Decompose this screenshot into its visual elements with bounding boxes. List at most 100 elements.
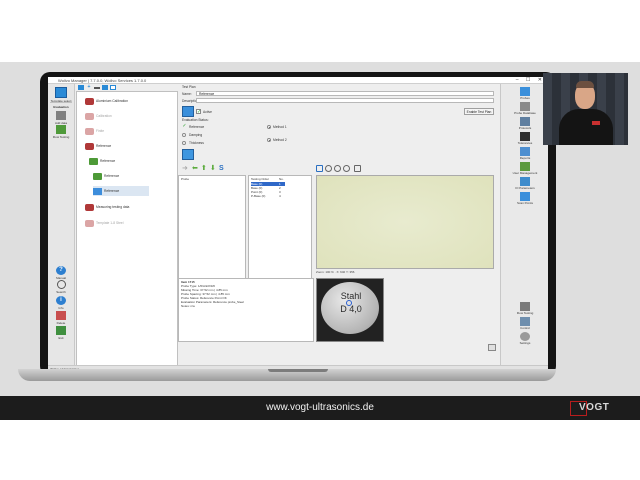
- testing-order-pane: Testing Order No. Base (0) 1 Base (0) 2 …: [248, 175, 312, 279]
- website-url[interactable]: www.vogt-ultrasonics.de: [0, 402, 640, 413]
- settings-button[interactable]: Settings: [503, 332, 547, 346]
- control-button[interactable]: Control: [503, 317, 547, 331]
- window-title: Wollvo Manager | 7.7.0.0, Wollvo Service…: [58, 78, 147, 83]
- presenter-hair: [576, 81, 594, 88]
- delete-button[interactable]: Delete: [49, 311, 73, 325]
- puzzle-icon: [89, 157, 98, 165]
- tree-item[interactable]: Template 1-8 Steel: [85, 218, 124, 228]
- arrow-up-icon[interactable]: ⬆: [201, 165, 207, 172]
- zoom-reset-icon[interactable]: [343, 165, 350, 172]
- probe-icon: [85, 203, 94, 211]
- evaluation-section: Evaluation: [53, 105, 69, 109]
- scan-icon: [520, 192, 530, 201]
- name-label: Name:: [182, 92, 192, 96]
- add-icon[interactable]: +: [86, 85, 92, 90]
- crop-icon[interactable]: [354, 165, 361, 172]
- sample-photo: Stahl D 4,0: [316, 278, 384, 342]
- flow-icon: [520, 302, 530, 311]
- tolerances-button[interactable]: Tolerances: [503, 132, 547, 146]
- divider: [50, 102, 72, 103]
- sort-icon[interactable]: S: [219, 165, 224, 172]
- tree-item[interactable]: Measuring testing data: [85, 202, 129, 212]
- database-button[interactable]: Probe Database: [503, 102, 547, 116]
- users-button[interactable]: User Management: [503, 162, 547, 176]
- tree-item[interactable]: Reference: [85, 141, 111, 151]
- enable-test-plan-button[interactable]: Enable Test Plan: [464, 108, 494, 115]
- zoom-out-icon[interactable]: [334, 165, 341, 172]
- exit-icon: [56, 326, 66, 335]
- info-button[interactable]: i Info: [49, 296, 73, 310]
- remove-icon[interactable]: [94, 87, 100, 89]
- template-select-button[interactable]: Template select: [49, 87, 73, 103]
- probe-icon: [85, 97, 94, 105]
- reference-icon: [182, 106, 194, 117]
- probe-icon: [85, 127, 94, 135]
- arrow-right-icon[interactable]: ➜: [182, 165, 188, 172]
- search-icon: [56, 280, 66, 289]
- description-field[interactable]: [196, 98, 494, 103]
- fit-icon[interactable]: [316, 165, 323, 172]
- list-item[interactable]: P-Base (0) 4: [251, 194, 285, 198]
- flow-testing-button[interactable]: Flow Testing: [49, 125, 73, 139]
- webcam-overlay: [543, 73, 628, 145]
- flow-testing-right-button[interactable]: Flow Testing: [503, 302, 547, 316]
- info-line: Notes: n/a: [181, 304, 195, 308]
- option-label: Thickness: [189, 141, 204, 145]
- search-button[interactable]: Search: [49, 280, 73, 294]
- new-icon[interactable]: [78, 85, 84, 90]
- users-icon: [520, 162, 530, 171]
- arrow-down-icon[interactable]: ⬇: [210, 165, 216, 172]
- method-radio[interactable]: [267, 138, 271, 142]
- method-radio[interactable]: [267, 125, 271, 129]
- name-field[interactable]: Reference: [196, 91, 494, 96]
- database-icon: [520, 102, 530, 111]
- exit-button[interactable]: Exit: [49, 326, 73, 340]
- test-plan-tree: Aluminium Calibration Calibration Finite…: [76, 91, 178, 371]
- add-data-icon: [56, 111, 66, 120]
- application-window: Wollvo Manager | 7.7.0.0, Wollvo Service…: [48, 77, 548, 371]
- right-toolbar: Probes Probe Database Protocols Toleranc…: [500, 84, 548, 371]
- image-viewer[interactable]: [316, 175, 494, 269]
- evaluation-label: Evaluation Status:: [182, 118, 209, 122]
- save-icon[interactable]: [488, 344, 496, 351]
- tree-item[interactable]: Finite: [85, 126, 104, 136]
- method-label: Method 2: [273, 138, 287, 142]
- presenter-body: [559, 109, 613, 145]
- zoom-in-icon[interactable]: [325, 165, 332, 172]
- tree-item[interactable]: Calibration: [85, 111, 112, 121]
- template-icon: [55, 87, 67, 98]
- main-content: Test Plan Name: Reference Description: ✓…: [178, 85, 498, 371]
- footer-bar: www.vogt-ultrasonics.de VOGT: [0, 396, 640, 420]
- io-parameters-button[interactable]: IO Parameters: [503, 177, 547, 191]
- active-checkbox[interactable]: ✓: [196, 109, 201, 115]
- tree-item[interactable]: Reference: [89, 156, 115, 166]
- tree-item-selected[interactable]: Reference: [93, 186, 149, 196]
- delete-icon: [56, 311, 66, 320]
- reports-button[interactable]: Reports: [503, 147, 547, 161]
- option-radio[interactable]: [182, 141, 186, 145]
- flow-testing-icon: [56, 125, 66, 134]
- probe-pane: Probe: [178, 175, 246, 279]
- protocol-icon: [520, 117, 530, 126]
- manual-button[interactable]: ? Manual: [49, 266, 73, 280]
- option-radio[interactable]: [182, 133, 186, 137]
- active-label: Active: [203, 110, 212, 114]
- tree-item[interactable]: Reference: [93, 171, 119, 181]
- arrow-left-icon[interactable]: ⬅: [192, 165, 198, 172]
- probes-button[interactable]: Probes: [503, 87, 547, 101]
- add-data-button[interactable]: Add data: [49, 111, 73, 125]
- document-icon[interactable]: [110, 85, 116, 90]
- check-icon[interactable]: ✓: [182, 124, 187, 129]
- option-label: Damping: [189, 133, 203, 137]
- reference-icon: [93, 187, 102, 195]
- copy-icon[interactable]: [102, 85, 108, 90]
- probe-icon: [85, 142, 94, 150]
- bottom-background: [0, 420, 640, 480]
- laptop-screen: Wollvo Manager | 7.7.0.0, Wollvo Service…: [40, 72, 556, 376]
- image-icon: [182, 149, 194, 160]
- scan-points-button[interactable]: Scan Points: [503, 192, 547, 206]
- protocols-button[interactable]: Protocols: [503, 117, 547, 131]
- column-header: No.: [279, 177, 284, 181]
- tree-item[interactable]: Aluminium Calibration: [85, 96, 128, 106]
- window-controls[interactable]: – ☐ ✕: [516, 77, 545, 83]
